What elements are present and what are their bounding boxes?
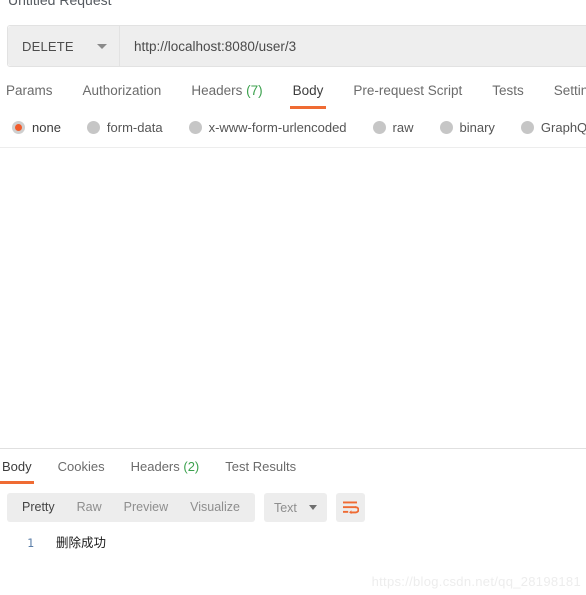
tab-tests-label: Tests (492, 83, 524, 98)
url-bar: DELETE http://localhost:8080/user/3 (7, 25, 586, 67)
tab-body-label: Body (292, 83, 324, 98)
response-tab-cookies[interactable]: Cookies (58, 457, 105, 484)
view-mode-pretty[interactable]: Pretty (11, 493, 66, 522)
radio-icon (12, 121, 25, 134)
tab-tests[interactable]: Tests (492, 80, 524, 109)
view-mode-raw[interactable]: Raw (66, 493, 113, 522)
request-tabs: Params Authorization Headers (7) Body Pr… (0, 80, 586, 110)
tab-authorization-label: Authorization (82, 83, 162, 98)
response-view-mode-group: Pretty Raw Preview Visualize (7, 493, 255, 522)
body-type-radio-group: none form-data x-www-form-urlencoded raw… (12, 120, 586, 135)
tab-pre-request-script-label: Pre-request Script (353, 83, 463, 98)
radio-icon (520, 121, 534, 134)
response-tab-test-results[interactable]: Test Results (225, 457, 296, 484)
http-method-label: DELETE (22, 38, 74, 54)
response-tabs: Body Cookies Headers (2) Test Results (0, 457, 586, 485)
body-type-raw-label: raw (392, 120, 414, 135)
response-toolbar: Pretty Raw Preview Visualize Text (7, 493, 365, 522)
body-type-none-label: none (32, 120, 61, 135)
chevron-down-icon (97, 43, 107, 49)
response-tab-headers[interactable]: Headers (2) (131, 457, 200, 484)
request-title-container: Untitled Request (8, 0, 112, 8)
response-body-code[interactable]: 1 删除成功 (0, 532, 586, 577)
http-method-select[interactable]: DELETE (8, 26, 120, 66)
tab-params-label: Params (6, 83, 53, 98)
tab-settings[interactable]: Settings (554, 80, 586, 109)
tab-body[interactable]: Body (289, 80, 327, 109)
body-type-graphql[interactable]: GraphQL (520, 120, 586, 135)
view-mode-preview[interactable]: Preview (113, 493, 179, 522)
tab-authorization[interactable]: Authorization (83, 80, 162, 109)
line-content: 删除成功 (56, 535, 107, 550)
response-format-label: Text (273, 500, 297, 515)
watermark: https://blog.csdn.net/qq_28198181 (371, 574, 581, 589)
code-line: 1 删除成功 (0, 532, 586, 552)
url-input[interactable]: http://localhost:8080/user/3 (120, 26, 586, 66)
response-tab-test-results-label: Test Results (225, 459, 297, 474)
word-wrap-icon (342, 501, 359, 514)
body-type-none[interactable]: none (12, 120, 61, 135)
response-tab-headers-count: (2) (183, 459, 200, 474)
response-tab-headers-label: Headers (130, 459, 180, 474)
tab-settings-label: Settings (553, 83, 586, 98)
body-type-graphql-label: GraphQL (540, 120, 586, 135)
line-number: 1 (27, 536, 34, 550)
chevron-down-icon (308, 505, 317, 510)
view-mode-visualize[interactable]: Visualize (179, 493, 251, 522)
body-type-urlencoded-label: x-www-form-urlencoded (208, 120, 347, 135)
body-type-binary[interactable]: binary (439, 120, 495, 135)
tab-pre-request-script[interactable]: Pre-request Script (353, 80, 462, 109)
body-type-raw[interactable]: raw (372, 120, 414, 135)
tab-headers[interactable]: Headers (7) (191, 80, 262, 109)
response-pane-divider[interactable] (0, 448, 586, 449)
request-body-editor[interactable] (0, 148, 586, 448)
request-title: Untitled Request (8, 0, 112, 8)
tab-headers-label: Headers (191, 83, 243, 98)
tab-params[interactable]: Params (6, 80, 53, 109)
body-type-form-data-label: form-data (106, 120, 163, 135)
radio-icon (372, 121, 386, 134)
body-type-binary-label: binary (459, 120, 495, 135)
radio-icon (439, 121, 453, 134)
tab-headers-count: (7) (246, 83, 263, 98)
url-value: http://localhost:8080/user/3 (134, 38, 297, 54)
word-wrap-toggle-button[interactable] (335, 493, 365, 522)
radio-icon (86, 121, 100, 134)
radio-icon (188, 121, 202, 134)
response-tab-cookies-label: Cookies (57, 459, 105, 474)
response-tab-body-label: Body (2, 459, 32, 474)
postman-request-response-pane: Untitled Request DELETE http://localhost… (0, 0, 586, 595)
body-type-form-data[interactable]: form-data (86, 120, 163, 135)
body-type-urlencoded[interactable]: x-www-form-urlencoded (188, 120, 347, 135)
response-tab-body[interactable]: Body (0, 457, 34, 484)
response-format-select[interactable]: Text (263, 493, 327, 522)
